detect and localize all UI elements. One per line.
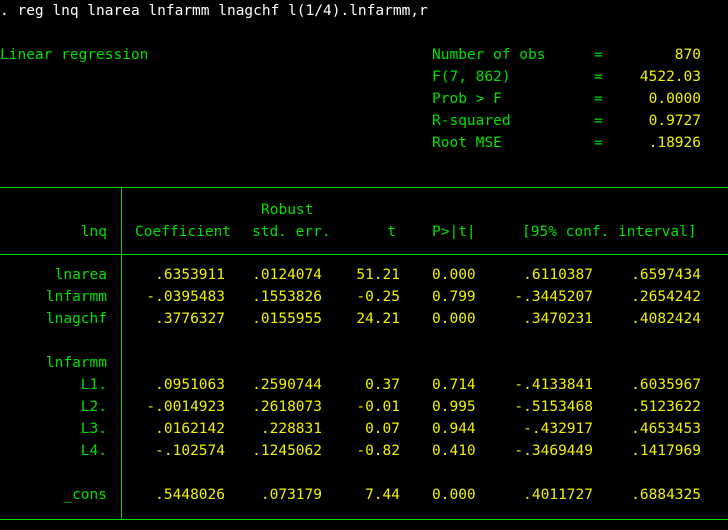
row-ci-high: .4082424 [631, 311, 701, 327]
row-se: .2590744 [252, 377, 322, 393]
row-ci-high: .6035967 [631, 377, 701, 393]
row-coef: -.0395483 [146, 289, 225, 305]
row-se: .0155955 [252, 311, 322, 327]
row-coef: .5448026 [155, 487, 225, 503]
row-p: 0.995 [432, 399, 476, 415]
command-line: . reg lnq lnarea lnfarmm lnagchf l(1/4).… [0, 3, 428, 19]
stat-value-rmse: .18926 [648, 135, 701, 151]
row-t: 24.21 [356, 311, 400, 327]
row-ci-low: -.3445207 [514, 289, 593, 305]
group-label-lnfarmm: lnfarmm [45, 355, 107, 371]
row-p: 0.714 [432, 377, 476, 393]
row-ci-high: .6884325 [631, 487, 701, 503]
regression-title: Linear regression [0, 47, 149, 63]
row-p: 0.000 [432, 267, 476, 283]
header-std-err: std. err. [252, 224, 331, 240]
table-column-divider [121, 187, 122, 519]
row-ci-high: .5123622 [631, 399, 701, 415]
header-conf-interval: [95% conf. interval] [522, 224, 697, 240]
stat-label-r2: R-squared [432, 113, 511, 129]
row-coef: .0951063 [155, 377, 225, 393]
row-ci-low: -.432917 [523, 421, 593, 437]
row-ci-low: -.5153468 [514, 399, 593, 415]
stat-label-probf: Prob > F [432, 91, 502, 107]
row-name: L2. [80, 399, 107, 415]
row-ci-low: -.3469449 [514, 443, 593, 459]
stat-value-nobs: 870 [674, 47, 701, 63]
row-name: L4. [80, 443, 107, 459]
row-name: lnarea [54, 267, 107, 283]
row-name: _cons [63, 487, 107, 503]
row-coef: .6353911 [155, 267, 225, 283]
stat-label-nobs: Number of obs [432, 47, 546, 63]
row-name: L1. [80, 377, 107, 393]
stat-label-f: F(7, 862) [432, 69, 511, 85]
header-coefficient: Coefficient [135, 224, 232, 240]
table-header-rule [0, 254, 728, 255]
row-ci-high: .1417969 [631, 443, 701, 459]
header-depvar: lnq [80, 224, 107, 240]
row-p: 0.410 [432, 443, 476, 459]
row-p: 0.000 [432, 311, 476, 327]
row-ci-high: .4653453 [631, 421, 701, 437]
header-t: t [387, 224, 396, 240]
stat-value-f: 4522.03 [639, 69, 701, 85]
row-ci-low: .3470231 [523, 311, 593, 327]
table-top-rule [0, 187, 728, 188]
row-se: .073179 [260, 487, 322, 503]
row-t: 7.44 [365, 487, 400, 503]
row-p: 0.944 [432, 421, 476, 437]
row-se: .0124074 [252, 267, 322, 283]
row-coef: -.0014923 [146, 399, 225, 415]
row-ci-low: -.4133841 [514, 377, 593, 393]
row-name: lnfarmm [45, 289, 107, 305]
row-t: 51.21 [356, 267, 400, 283]
row-ci-low: .6110387 [523, 267, 593, 283]
row-name: lnagchf [45, 311, 107, 327]
table-bottom-rule [0, 519, 728, 520]
row-t: 0.37 [365, 377, 400, 393]
row-t: 0.07 [365, 421, 400, 437]
stat-label-rmse: Root MSE [432, 135, 502, 151]
row-se: .1245062 [252, 443, 322, 459]
row-ci-high: .2654242 [631, 289, 701, 305]
row-p: 0.000 [432, 487, 476, 503]
row-se: .1553826 [252, 289, 322, 305]
row-coef: -.102574 [155, 443, 225, 459]
row-coef: .0162142 [155, 421, 225, 437]
row-ci-low: .4011727 [523, 487, 593, 503]
row-ci-high: .6597434 [631, 267, 701, 283]
stat-value-r2: 0.9727 [648, 113, 701, 129]
row-se: .228831 [260, 421, 322, 437]
header-p-value: P>|t| [432, 224, 476, 240]
row-coef: .3776327 [155, 311, 225, 327]
row-p: 0.799 [432, 289, 476, 305]
row-t: -0.25 [356, 289, 400, 305]
row-se: .2618073 [252, 399, 322, 415]
row-name: L3. [80, 421, 107, 437]
row-t: -0.82 [356, 443, 400, 459]
stat-value-probf: 0.0000 [648, 91, 701, 107]
row-t: -0.01 [356, 399, 400, 415]
header-robust: Robust [261, 202, 314, 218]
